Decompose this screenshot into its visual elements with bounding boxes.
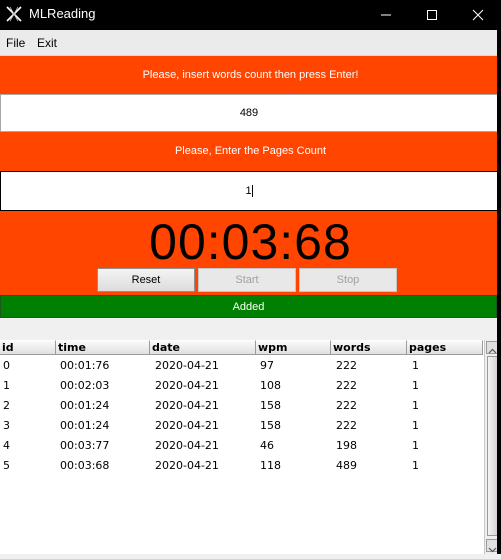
cell-time: 00:01:24 (60, 399, 110, 412)
maximize-button[interactable] (409, 0, 455, 30)
column-header-wpm[interactable]: wpm (256, 340, 331, 355)
close-icon (472, 9, 484, 21)
menu-file[interactable]: File (6, 36, 25, 50)
cell-time: 00:01:76 (60, 359, 110, 372)
minimize-icon (381, 14, 391, 16)
text-cursor (251, 185, 253, 198)
cell-words: 198 (336, 439, 357, 452)
cell-pages: 1 (412, 399, 419, 412)
cell-pages: 1 (412, 439, 419, 452)
column-header-pages[interactable]: pages (407, 340, 483, 355)
cell-wpm: 158 (260, 419, 281, 432)
cell-date: 2020-04-21 (155, 439, 219, 452)
table-row[interactable]: 0 00:01:76 2020-04-21 97 222 1 (0, 356, 483, 376)
cell-id: 4 (3, 439, 10, 452)
table-row[interactable]: 2 00:01:24 2020-04-21 158 222 1 (0, 396, 483, 416)
column-header-time[interactable]: time (56, 340, 150, 355)
cell-wpm: 46 (260, 439, 274, 452)
cell-date: 2020-04-21 (155, 399, 219, 412)
table-row[interactable]: 5 00:03:68 2020-04-21 118 489 1 (0, 456, 483, 476)
cell-id: 0 (3, 359, 10, 372)
column-header-words[interactable]: words (331, 340, 407, 355)
cell-time: 00:02:03 (60, 379, 110, 392)
app-logo-icon (6, 6, 22, 22)
words-count-input[interactable]: 489 (0, 94, 498, 132)
column-header-date[interactable]: date (150, 340, 256, 355)
cell-date: 2020-04-21 (155, 459, 219, 472)
stop-button[interactable]: Stop (299, 268, 397, 292)
cell-date: 2020-04-21 (155, 359, 219, 372)
close-button[interactable] (455, 0, 501, 30)
cell-pages: 1 (412, 359, 419, 372)
cell-words: 489 (336, 459, 357, 472)
table-row[interactable]: 4 00:03:77 2020-04-21 46 198 1 (0, 436, 483, 456)
cell-id: 3 (3, 419, 10, 432)
cell-wpm: 118 (260, 459, 281, 472)
title-bar: MLReading (0, 0, 501, 30)
cell-pages: 1 (412, 379, 419, 392)
words-prompt: Please, insert words count then press En… (0, 56, 501, 94)
menu-bar: File Exit (0, 30, 501, 56)
cell-time: 00:03:77 (60, 439, 110, 452)
cell-wpm: 97 (260, 359, 274, 372)
menu-exit[interactable]: Exit (37, 36, 57, 50)
start-button[interactable]: Start (198, 268, 296, 292)
status-badge: Added (0, 295, 497, 318)
cell-date: 2020-04-21 (155, 419, 219, 432)
window-title: MLReading (29, 6, 96, 21)
cell-words: 222 (336, 379, 357, 392)
results-table: id time date wpm words pages 0 00:01:76 … (0, 340, 501, 554)
cell-id: 1 (3, 379, 10, 392)
cell-time: 00:03:68 (60, 459, 110, 472)
table-row[interactable]: 1 00:02:03 2020-04-21 108 222 1 (0, 376, 483, 396)
timer-display: 00:03:68 (149, 214, 352, 270)
pages-count-input[interactable]: 1 (0, 171, 498, 211)
reset-button[interactable]: Reset (97, 268, 195, 292)
cell-id: 5 (3, 459, 10, 472)
column-header-id[interactable]: id (0, 340, 56, 355)
cell-wpm: 108 (260, 379, 281, 392)
table-row[interactable]: 3 00:01:24 2020-04-21 158 222 1 (0, 416, 483, 436)
maximize-icon (427, 10, 437, 20)
cell-wpm: 158 (260, 399, 281, 412)
cell-words: 222 (336, 419, 357, 432)
cell-time: 00:01:24 (60, 419, 110, 432)
cell-pages: 1 (412, 459, 419, 472)
cell-id: 2 (3, 399, 10, 412)
minimize-button[interactable] (363, 0, 409, 30)
cell-date: 2020-04-21 (155, 379, 219, 392)
cell-words: 222 (336, 399, 357, 412)
pages-prompt: Please, Enter the Pages Count (0, 132, 501, 171)
window-border (497, 30, 501, 554)
cell-words: 222 (336, 359, 357, 372)
cell-pages: 1 (412, 419, 419, 432)
table-header: id time date wpm words pages (0, 340, 483, 355)
timer-panel: 00:03:68 Reset Start Stop (0, 211, 501, 295)
